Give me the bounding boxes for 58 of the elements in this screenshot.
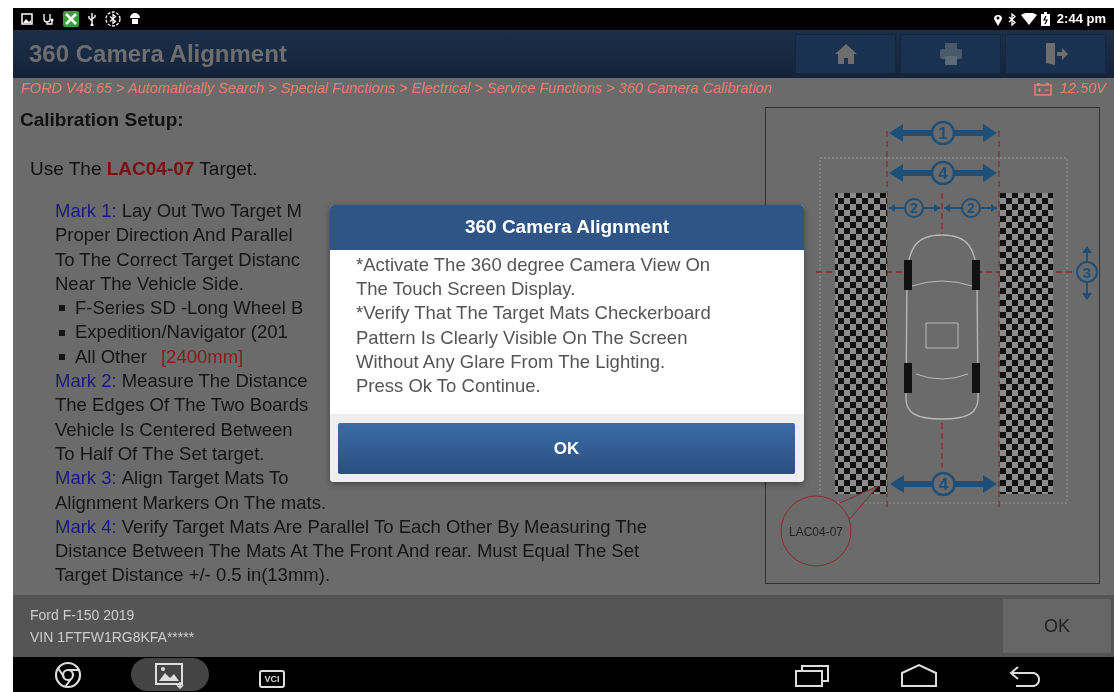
step-text: Measure The Distance (121, 369, 308, 394)
voltage-reading: 12.50V (1060, 79, 1106, 99)
car-battery-icon (1034, 82, 1053, 96)
stethoscope-icon (41, 12, 55, 26)
step-label: Mark 4: (55, 514, 117, 539)
bullet-icon (59, 353, 65, 360)
step-text: Verify Target Mats Are Parallel To Each Other By Measuring The (121, 514, 648, 539)
print-icon (937, 41, 964, 67)
app-icon (63, 11, 79, 27)
step-text: Near The Vehicle Side. (55, 271, 244, 296)
dialog-message: *Activate The 360 degree Camera View On The Touch Screen Display. *Verify That The Target Mats Checkerboard Pattern Is Clearly Visible On The Screen Without Any Glare From The Lighting. Press Ok To Continue. (355, 253, 712, 398)
android-icon (129, 12, 141, 26)
wifi-icon (1020, 13, 1037, 25)
list-item-text: F-Series SD -Long Wheel B (75, 296, 304, 321)
step-text: Align Target Mats To (121, 466, 289, 491)
bullet-icon (59, 305, 65, 312)
bluetooth-circle-icon (105, 11, 121, 27)
dialog-title: 360 Camera Alignment (330, 205, 804, 250)
vci-icon: VCI (259, 669, 285, 688)
recent-apps-icon[interactable] (794, 662, 830, 687)
step-text: Lay Out Two Target M (121, 199, 302, 223)
step-label: Mark 2: (55, 369, 117, 394)
home-button[interactable] (795, 34, 896, 74)
vci-app-button[interactable]: VCI (233, 658, 311, 691)
screenshot-app-button[interactable] (131, 658, 209, 691)
step-text: Distance Between The Mats At The Front And rear. Must Equal The Set (55, 539, 640, 564)
clock-time: 2:44 pm (1056, 10, 1106, 29)
image-icon (21, 13, 33, 25)
gallery-icon (154, 660, 186, 689)
ok-button[interactable]: OK (338, 423, 795, 474)
step-text: Target Distance +/- 0.5 in(13mm). (55, 563, 331, 588)
step-text: The Edges Of The Two Boards (55, 393, 309, 418)
section-heading: Calibration Setup: (20, 108, 185, 132)
bullet-icon (59, 329, 65, 336)
instruction-text: Use The LAC04-07 Target. (30, 156, 259, 181)
step-label: Mark 3: (55, 466, 117, 491)
battery-icon (1040, 12, 1050, 26)
step-text: Proper Direction And Parallel (55, 223, 293, 248)
print-button[interactable] (900, 34, 1001, 74)
vin-number: VIN 1FTFW1RG8KFA***** (29, 628, 195, 647)
location-icon (992, 12, 1003, 26)
list-item-text: All Other (75, 344, 147, 369)
step-text: Alignment Markers On The mats. (55, 490, 327, 515)
vehicle-name: Ford F-150 2019 (29, 606, 136, 625)
bluetooth-icon (1006, 12, 1017, 26)
step-text: To The Correct Target Distanc (55, 247, 301, 272)
target-callout: LAC04-07 (780, 485, 879, 567)
home-icon[interactable] (900, 662, 938, 687)
screen-title: 360 Camera Alignment (28, 39, 287, 69)
step-text: Vehicle Is Centered Between (55, 417, 293, 442)
browser-icon (53, 659, 83, 690)
usb-icon (87, 12, 97, 26)
list-item-text: Expedition/Navigator (201 (75, 320, 288, 345)
breadcrumb-path: FORD V48.65 > Automatically Search > Special Functions > Electrical > Service Functions > 360 Camera Calibration (21, 79, 772, 99)
step-text: To Half Of The Set target. (55, 441, 265, 466)
exit-button[interactable] (1005, 34, 1106, 74)
step-label: Mark 1: (55, 199, 117, 223)
distance-value: [2400mm] (160, 344, 244, 369)
